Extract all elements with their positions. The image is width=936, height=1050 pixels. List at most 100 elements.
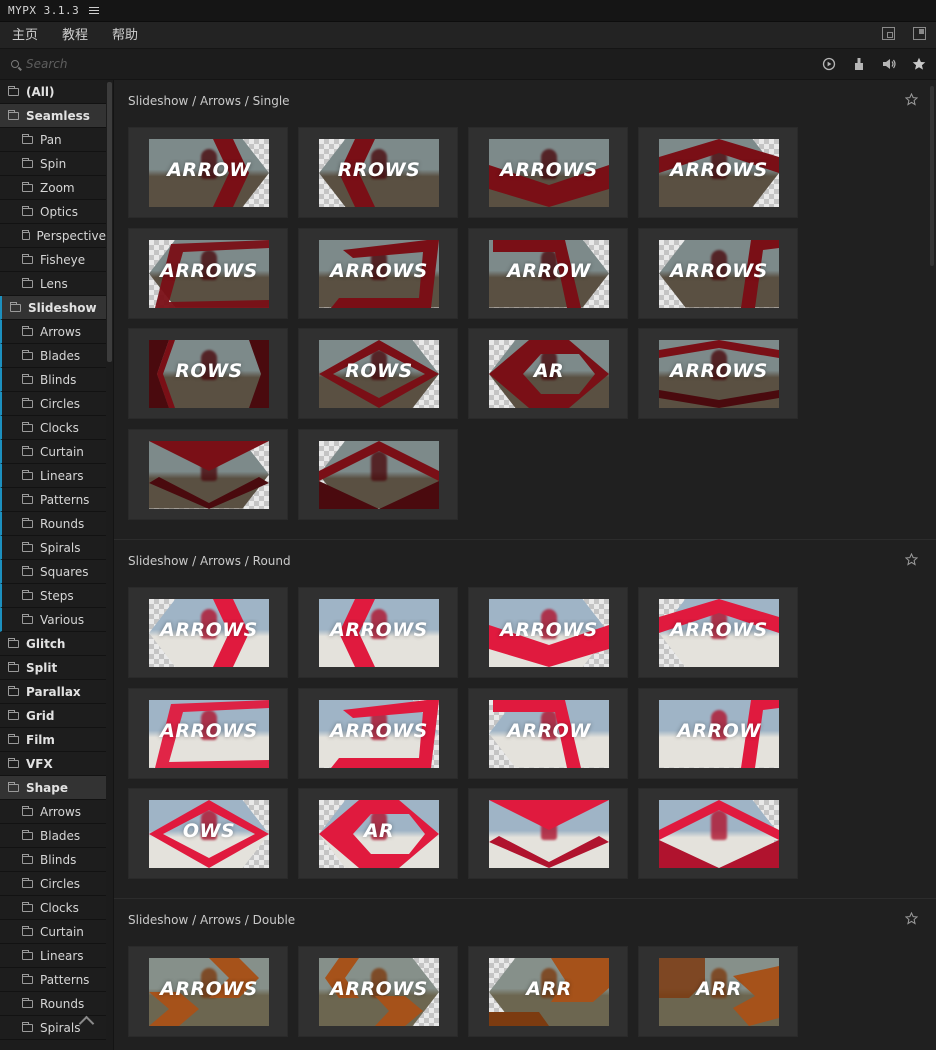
preset-preview-image: ARROW (489, 699, 609, 768)
preset-thumbnail[interactable]: AR (468, 328, 628, 419)
preset-thumbnail[interactable]: ARROWS (128, 687, 288, 779)
preset-thumbnail[interactable]: ROWS (298, 328, 458, 419)
folder-icon (22, 325, 33, 336)
sidebar-item-various[interactable]: Various (0, 608, 106, 632)
preset-thumbnail[interactable]: ARROWS (638, 587, 798, 678)
transition-shape (489, 800, 609, 868)
sidebar-item-split[interactable]: Split (0, 656, 106, 680)
sidebar-item-arrows[interactable]: Arrows (0, 800, 106, 824)
scroll-to-top-icon[interactable] (76, 1014, 98, 1028)
folder-icon (22, 133, 33, 144)
sidebar-item-curtain[interactable]: Curtain (0, 920, 106, 944)
category-list: (All) Seamless Pan Spin Zoom Optics Perspectiv… (0, 80, 113, 1040)
sidebar-item-rounds[interactable]: Rounds (0, 512, 106, 536)
preset-thumbnail[interactable]: ARROWS (298, 227, 458, 319)
preset-thumbnail[interactable]: RROWS (298, 127, 458, 218)
preset-thumbnail[interactable]: ARROW (468, 227, 628, 319)
sidebar-item-circles[interactable]: Circles (0, 872, 106, 896)
search-input[interactable] (26, 57, 326, 71)
preview-caption: ARROWS (500, 619, 598, 641)
sidebar-item-spin[interactable]: Spin (0, 152, 106, 176)
nav-help[interactable]: 帮助 (100, 22, 150, 49)
sidebar-item-label: Patterns (40, 972, 90, 987)
restore-window-icon[interactable] (882, 27, 895, 40)
sidebar-item-steps[interactable]: Steps (0, 584, 106, 608)
preset-thumbnail[interactable]: AR (298, 788, 458, 879)
sidebar-item-label: Zoom (40, 180, 75, 195)
sidebar-item-blades[interactable]: Blades (0, 824, 106, 848)
preset-thumbnail[interactable]: ARROWS (468, 587, 628, 678)
preview-caption: AR (533, 360, 565, 382)
sidebar-item-clocks[interactable]: Clocks (0, 416, 106, 440)
preset-thumbnail[interactable]: ARROWS (638, 127, 798, 218)
sidebar-item-grid[interactable]: Grid (0, 704, 106, 728)
sidebar-item-lens[interactable]: Lens (0, 272, 106, 296)
preset-thumbnail[interactable] (468, 788, 628, 879)
favorite-star-icon[interactable] (904, 911, 919, 929)
sidebar-item-patterns[interactable]: Patterns (0, 968, 106, 992)
preset-thumbnail[interactable]: ARROWS (638, 328, 798, 419)
sidebar-scrollbar[interactable] (107, 82, 112, 362)
preset-thumbnail[interactable]: ARR (468, 946, 628, 1037)
folder-icon (22, 229, 30, 240)
sidebar-item-blinds[interactable]: Blinds (0, 848, 106, 872)
sidebar-item-curtain[interactable]: Curtain (0, 440, 106, 464)
preset-preview-image: ARROWS (659, 239, 779, 308)
sidebar-item-perspective[interactable]: Perspective (0, 224, 106, 248)
favorite-star-icon[interactable] (904, 552, 919, 570)
sidebar-item-blades[interactable]: Blades (0, 344, 106, 368)
sidebar-item-spirals[interactable]: Spirals (0, 536, 106, 560)
sidebar-item-clocks[interactable]: Clocks (0, 896, 106, 920)
favorites-star-icon[interactable] (912, 57, 926, 71)
preset-thumbnail[interactable]: ARROWS (298, 587, 458, 678)
sidebar-item-zoom[interactable]: Zoom (0, 176, 106, 200)
sidebar-item-optics[interactable]: Optics (0, 200, 106, 224)
preset-thumbnail[interactable]: ARROWS (468, 127, 628, 218)
preset-thumbnail[interactable]: ARROWS (128, 946, 288, 1037)
preset-thumbnail[interactable]: ARROW (638, 687, 798, 779)
sidebar-item-slideshow[interactable]: Slideshow (0, 296, 106, 320)
sidebar-item-glitch[interactable]: Glitch (0, 632, 106, 656)
sidebar-item-all[interactable]: (All) (0, 80, 106, 104)
sidebar-item-squares[interactable]: Squares (0, 560, 106, 584)
preset-thumbnail[interactable]: ROWS (128, 328, 288, 419)
sidebar-item-pan[interactable]: Pan (0, 128, 106, 152)
sidebar-item-blinds[interactable]: Blinds (0, 368, 106, 392)
preset-thumbnail[interactable] (128, 428, 288, 520)
brush-icon[interactable] (852, 57, 866, 71)
favorite-star-icon[interactable] (904, 92, 919, 110)
preset-thumbnail[interactable]: ARROW (128, 127, 288, 218)
sidebar-item-circles[interactable]: Circles (0, 392, 106, 416)
folder-icon (22, 973, 33, 984)
sidebar-item-linears[interactable]: Linears (0, 944, 106, 968)
hamburger-menu-icon[interactable] (89, 6, 100, 15)
sidebar-item-fisheye[interactable]: Fisheye (0, 248, 106, 272)
preset-thumbnail[interactable]: OWS (128, 788, 288, 879)
sidebar-item-film[interactable]: Film (0, 728, 106, 752)
preview-caption: ARROW (167, 159, 251, 181)
preset-thumbnail[interactable]: ARROWS (128, 587, 288, 678)
sidebar-item-vfx[interactable]: VFX (0, 752, 106, 776)
main-scrollbar[interactable] (930, 86, 934, 266)
sidebar-item-arrows[interactable]: Arrows (0, 320, 106, 344)
volume-icon[interactable] (882, 57, 896, 71)
sidebar-item-rounds[interactable]: Rounds (0, 992, 106, 1016)
nav-tutorial[interactable]: 教程 (50, 22, 100, 49)
preset-thumbnail[interactable]: ARROWS (128, 227, 288, 319)
sidebar-item-seamless[interactable]: Seamless (0, 104, 106, 128)
preset-thumbnail[interactable]: ARROWS (298, 687, 458, 779)
preset-thumbnail[interactable]: ARROW (468, 687, 628, 779)
sidebar-item-parallax[interactable]: Parallax (0, 680, 106, 704)
float-window-icon[interactable] (913, 27, 926, 40)
sidebar-item-label: Perspective (36, 228, 107, 243)
nav-home[interactable]: 主页 (0, 22, 50, 49)
preset-thumbnail[interactable]: ARROWS (298, 946, 458, 1037)
preset-thumbnail[interactable]: ARR (638, 946, 798, 1037)
sidebar-item-patterns[interactable]: Patterns (0, 488, 106, 512)
sidebar-item-shape[interactable]: Shape (0, 776, 106, 800)
preset-thumbnail[interactable] (298, 428, 458, 520)
preset-thumbnail[interactable]: ARROWS (638, 227, 798, 319)
play-icon[interactable] (822, 57, 836, 71)
preset-thumbnail[interactable] (638, 788, 798, 879)
sidebar-item-linears[interactable]: Linears (0, 464, 106, 488)
